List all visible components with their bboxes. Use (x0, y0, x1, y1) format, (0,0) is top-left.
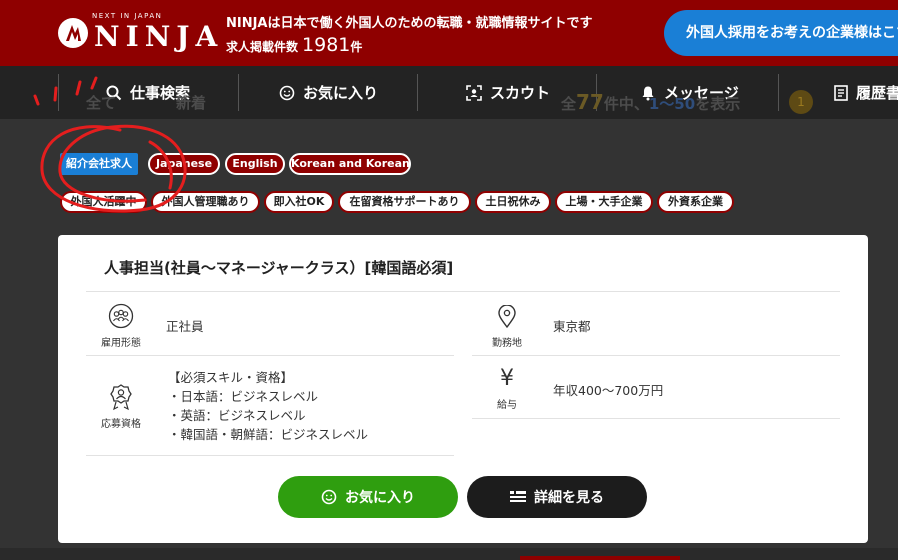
detail-button[interactable]: 詳細を見る (467, 476, 647, 518)
job-count-value: 1981 (302, 34, 351, 56)
tab-all-ghost: 全て (86, 94, 117, 112)
feature-tag: 外国人活躍中 (60, 191, 147, 213)
employment-type-label: 雇用形態 (101, 338, 141, 349)
salary-value: 年収400〜700万円 (553, 383, 664, 398)
requirements-label: 応募資格 (101, 419, 141, 430)
feature-tag: 上場・大手企業 (555, 191, 653, 213)
divider (86, 355, 454, 356)
feature-tag: 土日祝休み (475, 191, 551, 213)
site-tagline: NINJAは日本で働く外国人のための転職・就職情報サイトです (226, 16, 593, 31)
requirement-line: ・日本語：ビジネスレベル (168, 389, 319, 404)
scout-icon (466, 84, 482, 101)
ninja-logo[interactable]: NEXT IN JAPAN NINJA (58, 12, 217, 54)
nav-item-favorites[interactable]: お気に入り (279, 66, 378, 119)
salary-label: 給与 (497, 400, 517, 411)
favorite-button[interactable]: お気に入り (278, 476, 458, 518)
feature-tag: 即入社OK (264, 191, 334, 213)
document-icon (834, 84, 848, 101)
list-icon (510, 491, 526, 502)
smile-icon (321, 489, 337, 505)
requirements-value: 【必須スキル・資格】 ・日本語：ビジネスレベル ・英語：ビジネスレベル ・韓国語… (168, 368, 368, 444)
divider (86, 455, 454, 456)
agent-job-badge: 紹介会社求人 (60, 153, 138, 175)
employer-button[interactable]: 外国人採用をお考えの企業様はこちら (664, 10, 898, 56)
logo-tagline: NEXT IN JAPAN (92, 12, 163, 20)
smile-icon (279, 85, 295, 100)
favorite-button-label: お気に入り (345, 490, 415, 506)
result-prefix: 全 (561, 95, 577, 113)
detail-button-label: 詳細を見る (534, 490, 604, 506)
result-total: 77 (576, 90, 604, 114)
nav-item-resume[interactable]: 履歴書 (834, 66, 898, 119)
result-mid: 件中、 (603, 95, 649, 113)
job-count-label: 求人掲載件数 (226, 40, 299, 54)
language-tag: Korean and Korean (289, 153, 411, 175)
nav-divider (778, 74, 779, 111)
group-people-icon (106, 303, 136, 333)
language-tag: English (225, 153, 285, 175)
job-title[interactable]: 人事担当(社員〜マネージャークラス）[韓国語必須] (104, 257, 453, 278)
requirement-line: ・英語：ビジネスレベル (168, 408, 306, 423)
nav-divider (417, 74, 418, 111)
main-nav: 仕事検索 お気に入り スカウト メッセージ 履歴書 (0, 66, 898, 119)
nav-divider (58, 74, 59, 111)
location-label: 勤務地 (492, 338, 522, 349)
nav-label: スカウト (490, 84, 551, 102)
yen-icon: ¥ (500, 366, 514, 391)
site-header: NEXT IN JAPAN NINJA NINJAは日本で働く外国人のための転職… (0, 0, 898, 66)
ninja-logo-mark-icon (58, 18, 88, 48)
employment-type-value: 正社員 (166, 319, 204, 334)
tab-new-ghost: 新着 (176, 94, 207, 112)
feature-tag: 外資系企業 (657, 191, 734, 213)
location-value: 東京都 (553, 319, 591, 334)
feature-tag: 外国人管理職あり (151, 191, 260, 213)
nav-label: 履歴書 (856, 84, 898, 102)
logo-text: NINJA (94, 20, 224, 53)
result-suffix: を表示 (695, 95, 741, 113)
map-pin-icon (494, 304, 520, 333)
job-count: 求人掲載件数 1981件 (226, 34, 362, 56)
result-count-ghost: 全77件中、1〜50を表示 (561, 90, 740, 114)
nav-divider (238, 74, 239, 111)
result-range: 1〜50 (648, 95, 696, 113)
award-badge-icon (108, 383, 134, 415)
job-card: 人事担当(社員〜マネージャークラス）[韓国語必須] 雇用形態 正社員 勤務地 東… (58, 235, 868, 543)
next-card-edge (0, 548, 898, 560)
language-tag: Japanese (148, 153, 220, 175)
divider (86, 291, 840, 292)
nav-item-scout[interactable]: スカウト (466, 66, 550, 119)
nav-label: お気に入り (303, 84, 379, 102)
next-card-accent (520, 556, 680, 560)
feature-tag: 在留資格サポートあり (338, 191, 471, 213)
job-count-unit: 件 (350, 40, 363, 54)
requirement-line: 【必須スキル・資格】 (168, 370, 294, 385)
divider (472, 355, 840, 356)
requirement-line: ・韓国語・朝鮮語：ビジネスレベル (168, 427, 369, 442)
page-number-ghost[interactable]: 1 (789, 90, 813, 114)
divider (472, 418, 840, 419)
